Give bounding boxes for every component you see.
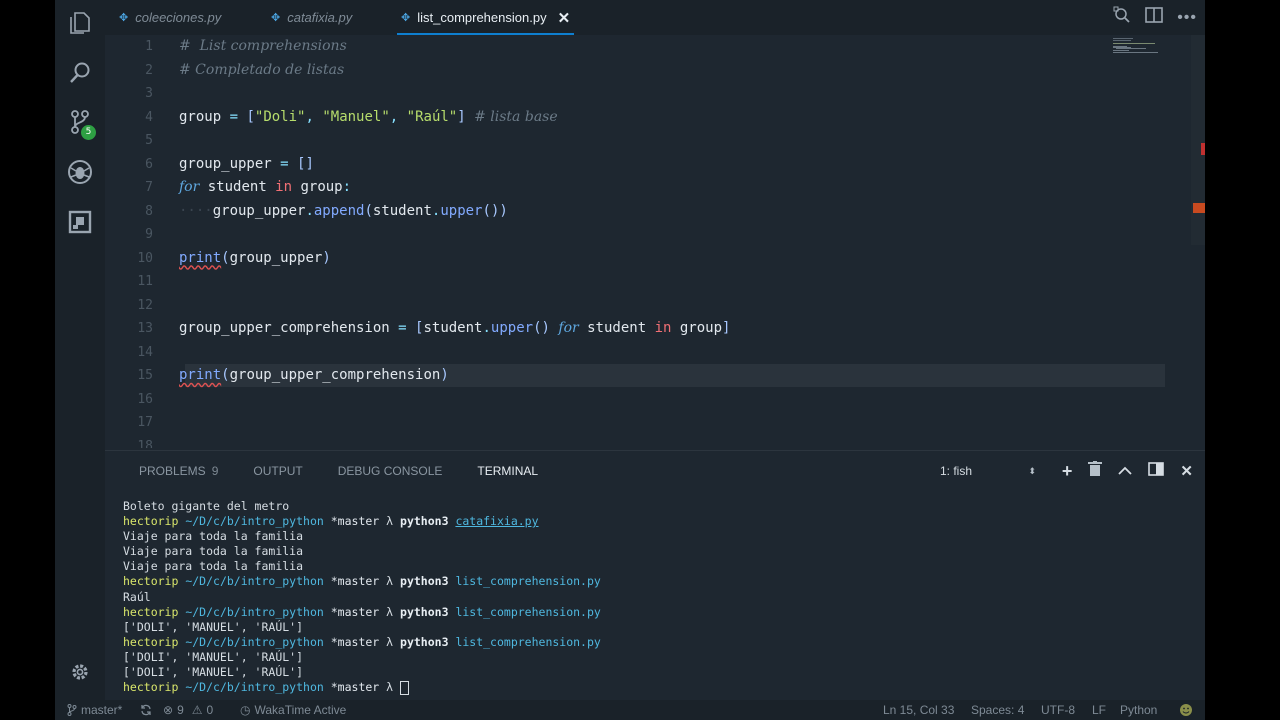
code-line: 11 bbox=[137, 274, 153, 289]
warning-icon: ⚠ bbox=[191, 703, 203, 717]
encoding[interactable]: UTF-8 bbox=[1041, 700, 1075, 720]
split-editor-icon[interactable] bbox=[1145, 7, 1163, 28]
code-line: 2 # Completado de listas bbox=[145, 61, 345, 78]
cursor-position[interactable]: Ln 15, Col 33 bbox=[883, 700, 954, 720]
feedback-smiley-icon[interactable] bbox=[1179, 700, 1193, 720]
tab-output[interactable]: OUTPUT bbox=[253, 464, 302, 478]
scm-badge: 5 bbox=[81, 125, 96, 140]
code-line: 17 bbox=[137, 415, 153, 430]
code-line: 5 bbox=[145, 133, 153, 148]
code-editor[interactable]: 1 # List comprehensions 2 # Completado de … bbox=[105, 35, 1205, 448]
code-line: 18 bbox=[137, 438, 153, 449]
minimap[interactable] bbox=[1113, 38, 1165, 54]
trash-icon[interactable] bbox=[1088, 460, 1103, 482]
clock-icon: ◷ bbox=[240, 703, 251, 717]
wakatime-status[interactable]: ◷ WakaTime Active bbox=[240, 700, 346, 720]
settings-gear-icon[interactable] bbox=[65, 657, 95, 687]
terminal-output-line: Boleto gigante del metro bbox=[123, 499, 290, 513]
line-ending[interactable]: LF bbox=[1092, 700, 1106, 720]
python-file-icon: ✥ bbox=[401, 12, 411, 24]
status-bar: master* ⊗ 9 ⚠ 0 ◷ WakaTime Active Ln 15, Co… bbox=[55, 700, 1205, 720]
error-icon: ⊗ bbox=[163, 703, 174, 717]
code-line: 1 # List comprehensions bbox=[145, 38, 347, 54]
tab-coleeciones[interactable]: ✥ coleeciones.py bbox=[119, 0, 221, 35]
code-line: 9 bbox=[145, 227, 153, 242]
toggle-panel-layout-icon[interactable] bbox=[1148, 461, 1165, 481]
git-branch[interactable]: master* bbox=[67, 700, 122, 720]
close-tab-icon[interactable]: ✕ bbox=[558, 9, 571, 27]
search-icon[interactable] bbox=[65, 58, 95, 88]
close-panel-icon[interactable]: ✕ bbox=[1180, 462, 1193, 480]
tab-debug-console[interactable]: DEBUG CONSOLE bbox=[338, 464, 443, 478]
tab-label: list_comprehension.py bbox=[417, 10, 547, 25]
maximize-panel-icon[interactable] bbox=[1118, 462, 1133, 480]
extensions-icon[interactable] bbox=[65, 207, 95, 237]
code-line: 12 bbox=[137, 297, 153, 313]
terminal-prompt: hectorip ~/D/c/b/intro_python *master λ bbox=[123, 680, 601, 695]
terminal-output[interactable]: Boleto gigante del metro hectorip ~/D/c/b… bbox=[123, 499, 601, 695]
tab-catafixia[interactable]: ✥ catafixia.py bbox=[271, 0, 352, 35]
panel-tabs: PROBLEMS 9 OUTPUT DEBUG CONSOLE TERMINAL bbox=[139, 451, 538, 491]
code-line: 10 print(group_upper) bbox=[137, 249, 331, 266]
sync-icon[interactable] bbox=[140, 700, 152, 720]
more-actions-icon[interactable]: ••• bbox=[1177, 9, 1197, 27]
terminal-command-line: hectorip ~/D/c/b/intro_python *master λ … bbox=[123, 514, 539, 529]
code-line: 13 group_upper_comprehension = [student.u… bbox=[137, 320, 731, 336]
explorer-icon[interactable] bbox=[65, 8, 95, 38]
terminal-cursor bbox=[400, 680, 410, 695]
terminal-output-line: ['DOLI', 'MANUEL', 'RAÚL'] bbox=[123, 649, 304, 664]
tab-terminal[interactable]: TERMINAL bbox=[477, 464, 538, 478]
debug-icon[interactable] bbox=[65, 157, 95, 187]
code-line: 6 group_upper = [] bbox=[145, 155, 314, 172]
code-line: 3 bbox=[145, 86, 153, 101]
code-line: 4 group = ["Doli", "Manuel", "Raúl"] # li… bbox=[145, 108, 558, 125]
python-file-icon: ✥ bbox=[271, 12, 281, 24]
terminal-output-line: Viaje para toda la familia bbox=[123, 559, 304, 574]
terminal-command-line: hectorip ~/D/c/b/intro_python *master λ … bbox=[123, 634, 601, 649]
terminal-output-line: ['DOLI', 'MANUEL', 'RAÚL'] bbox=[123, 665, 304, 680]
code-line: 8 ····group_upper.append(student.upper()) bbox=[145, 202, 508, 219]
code-line: 16 bbox=[137, 391, 153, 407]
language-mode[interactable]: Python bbox=[1120, 700, 1157, 720]
terminal-command-line: hectorip ~/D/c/b/intro_python *master λ … bbox=[123, 574, 601, 589]
panel-actions: + ✕ bbox=[1062, 451, 1193, 491]
terminal-select[interactable]: 1: fish ⬍ bbox=[940, 461, 1036, 481]
editor-actions: ••• bbox=[1113, 0, 1197, 35]
editor-scrollbar[interactable] bbox=[1191, 35, 1205, 245]
indentation[interactable]: Spaces: 4 bbox=[971, 700, 1024, 720]
select-arrows-icon: ⬍ bbox=[1028, 465, 1036, 476]
bottom-panel: PROBLEMS 9 OUTPUT DEBUG CONSOLE TERMINAL … bbox=[105, 450, 1205, 701]
problems-count: 9 bbox=[211, 464, 219, 478]
tab-problems[interactable]: PROBLEMS 9 bbox=[139, 464, 218, 478]
open-changes-icon[interactable] bbox=[1113, 6, 1131, 29]
code-line: 14 bbox=[137, 344, 153, 360]
new-terminal-icon[interactable]: + bbox=[1062, 461, 1073, 482]
terminal-output-line: Viaje para toda la familia bbox=[123, 544, 304, 559]
activity-bar: 5 bbox=[55, 0, 105, 700]
terminal-output-line: Raúl bbox=[123, 589, 151, 604]
vscode-window: 5 ✥ coleeciones.py ✥ catafixia.py ✥ list… bbox=[55, 0, 1205, 720]
terminal-command-line: hectorip ~/D/c/b/intro_python *master λ … bbox=[123, 604, 601, 619]
python-file-icon: ✥ bbox=[119, 12, 129, 24]
tab-label: catafixia.py bbox=[287, 10, 353, 25]
code-line: 7 for student in group: bbox=[145, 179, 352, 195]
terminal-select-value: 1: fish bbox=[940, 464, 973, 478]
tab-label: coleeciones.py bbox=[135, 10, 222, 25]
terminal-output-line: Viaje para toda la familia bbox=[123, 529, 304, 544]
problems-status[interactable]: ⊗ 9 ⚠ 0 bbox=[163, 700, 213, 720]
branch-icon bbox=[67, 704, 77, 716]
terminal-output-line: ['DOLI', 'MANUEL', 'RAÚL'] bbox=[123, 619, 304, 634]
tab-list-comprehension[interactable]: ✥ list_comprehension.py ✕ bbox=[396, 0, 575, 35]
code-line: 15 print(group_upper_comprehension) bbox=[137, 367, 449, 383]
editor-tabs: ✥ coleeciones.py ✥ catafixia.py ✥ list_c… bbox=[105, 0, 1205, 35]
